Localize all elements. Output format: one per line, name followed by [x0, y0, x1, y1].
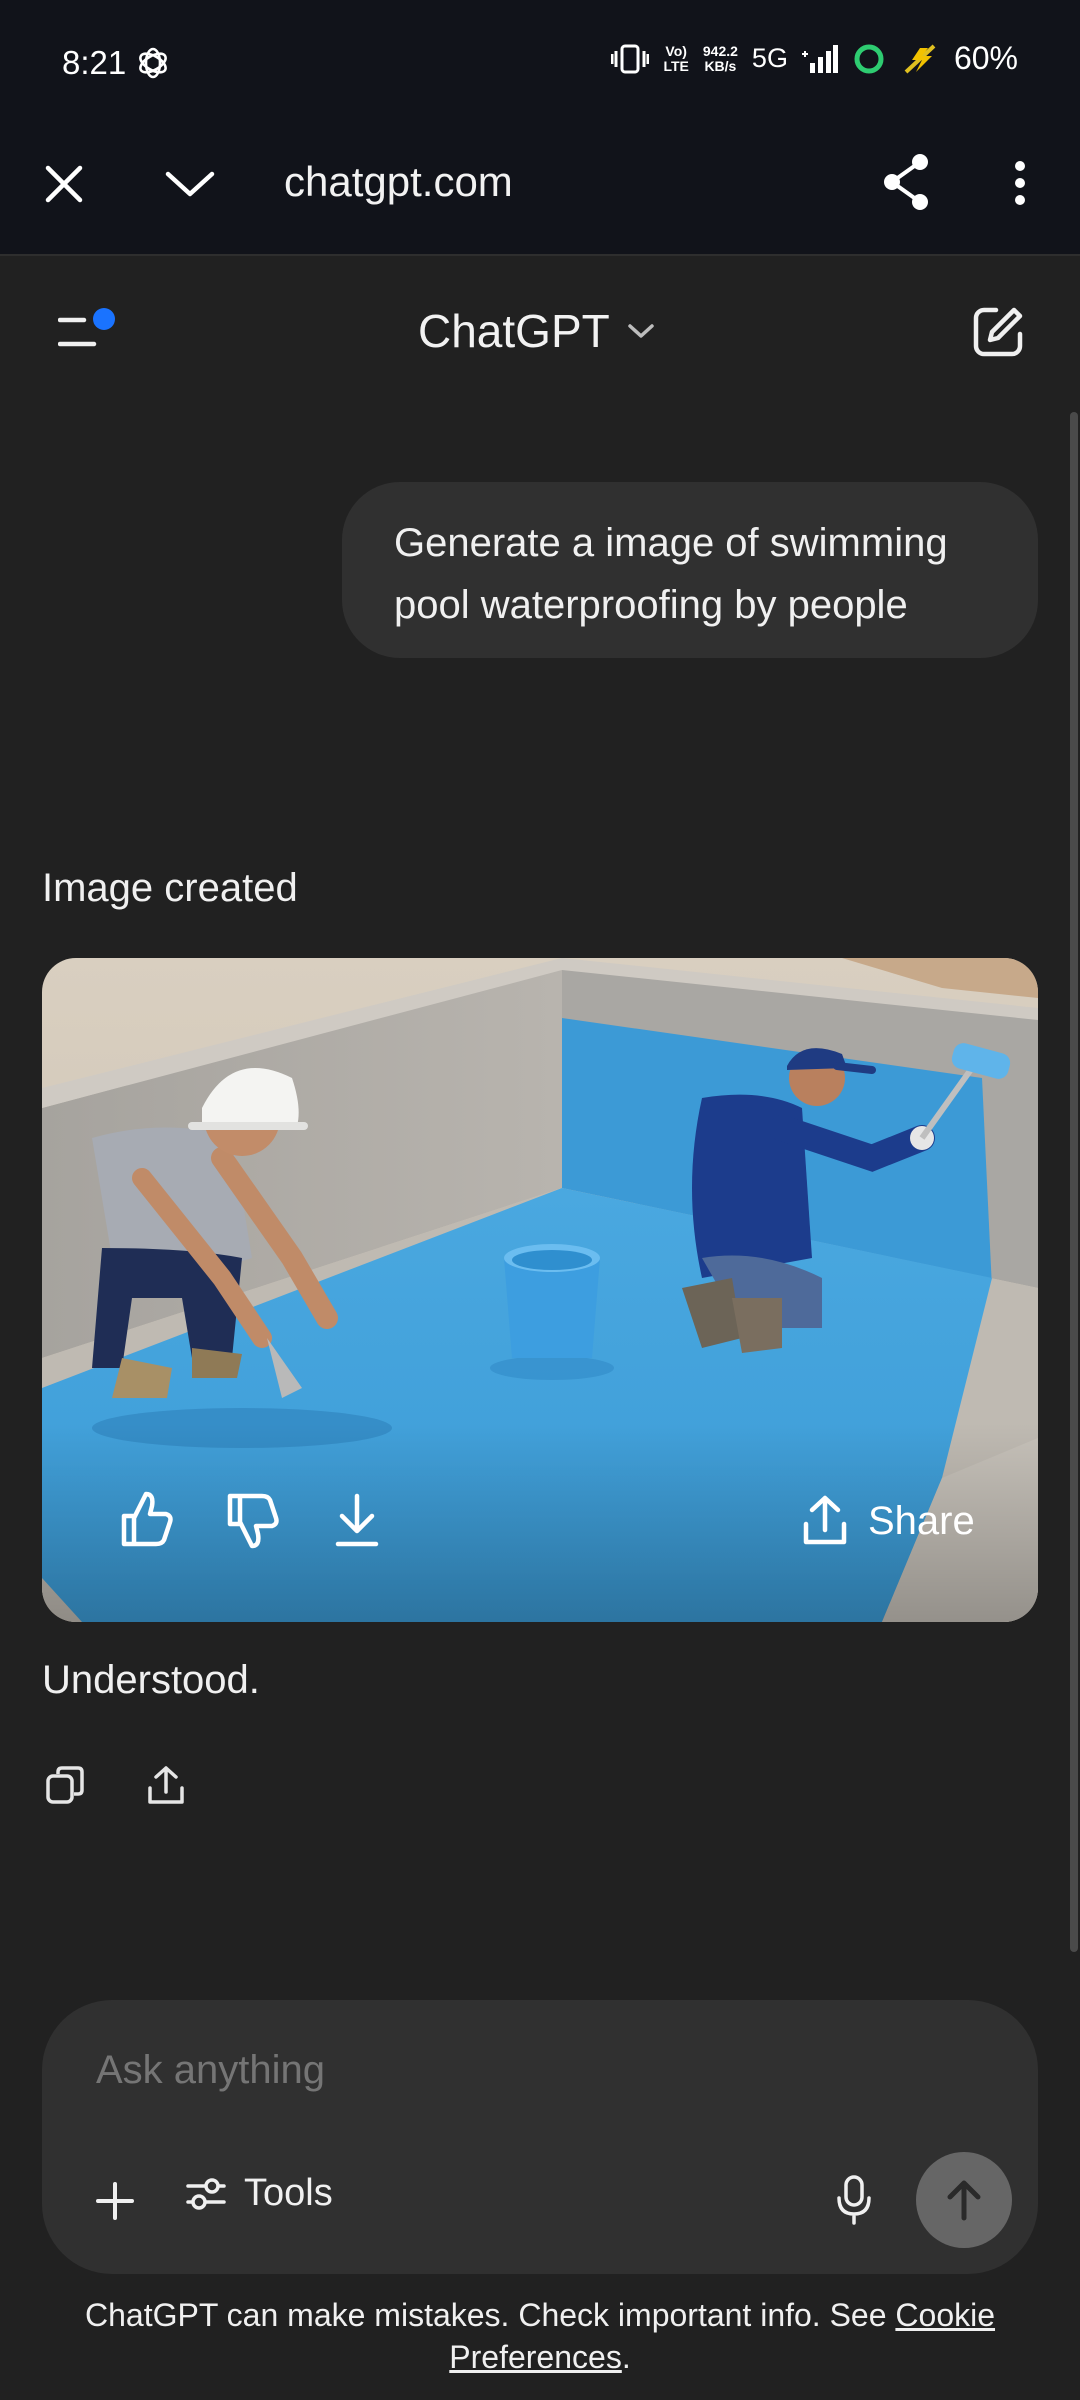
microphone-icon[interactable] [834, 2174, 874, 2226]
new-chat-icon[interactable] [970, 304, 1026, 360]
speed-value: 942.2 [702, 42, 738, 59]
download-icon[interactable] [332, 1490, 382, 1550]
network-type: 5G [751, 43, 788, 73]
status-bar: 8:21 Vo) LTE 942.2 KB/s 5G 60% [0, 0, 1080, 128]
upload-share-icon [803, 1495, 847, 1545]
share-message-icon[interactable] [146, 1764, 186, 1806]
model-title: ChatGPT [418, 305, 610, 357]
tools-label: Tools [244, 2172, 333, 2214]
chevron-down-icon [627, 324, 654, 338]
volte-bottom: LTE [663, 57, 689, 74]
openai-logo-icon [139, 47, 167, 79]
copy-icon[interactable] [44, 1764, 86, 1806]
arrow-up-icon [947, 2180, 981, 2221]
url-text[interactable]: chatgpt.com [284, 158, 513, 206]
sliders-icon [186, 2177, 226, 2210]
image-share-button[interactable]: Share [800, 1494, 975, 1548]
tools-button[interactable]: Tools [186, 2172, 333, 2215]
user-message-bubble: Generate a image of swimming pool waterp… [342, 482, 1038, 658]
cookie-link[interactable]: Cookie [895, 2297, 995, 2333]
assistant-message-text: Understood. [42, 1658, 260, 1702]
share-icon[interactable] [880, 152, 932, 212]
send-button[interactable] [916, 2152, 1012, 2248]
composer [42, 2000, 1038, 2274]
sidebar-menu-icon[interactable] [58, 306, 120, 352]
thumbs-down-icon[interactable] [224, 1490, 280, 1550]
chevron-down-icon[interactable] [164, 168, 216, 200]
disclaimer: ChatGPT can make mistakes. Check importa… [60, 2294, 1020, 2378]
volte-indicator: Vo) LTE [663, 42, 689, 74]
more-vertical-icon[interactable] [1010, 158, 1030, 208]
disclaimer-period: . [621, 2339, 631, 2375]
status-time: 8:21 [62, 44, 127, 81]
scrollbar[interactable] [1070, 412, 1078, 1952]
browser-toolbar: chatgpt.com [0, 128, 1080, 256]
volte-top: Vo) [665, 42, 687, 59]
user-message-text: Generate a image of swimming pool waterp… [394, 521, 948, 627]
model-selector[interactable]: ChatGPT [418, 304, 656, 358]
battery-percent: 60% [953, 40, 1018, 76]
status-ring-icon [854, 44, 884, 73]
plus-icon[interactable] [96, 2182, 134, 2220]
speed-unit: KB/s [704, 57, 737, 74]
close-tab-icon[interactable] [42, 162, 86, 206]
battery-saver-icon [904, 44, 936, 73]
share-label: Share [868, 1498, 975, 1543]
network-speed: 942.2 KB/s [702, 42, 738, 74]
vibrate-icon [611, 44, 650, 73]
preferences-link[interactable]: Preferences [449, 2339, 622, 2375]
signal-icon [801, 44, 838, 73]
image-created-label: Image created [42, 866, 298, 910]
disclaimer-text: ChatGPT can make mistakes. Check importa… [84, 2297, 896, 2333]
thumbs-up-icon[interactable] [118, 1490, 174, 1550]
ask-input[interactable] [96, 2048, 796, 2093]
